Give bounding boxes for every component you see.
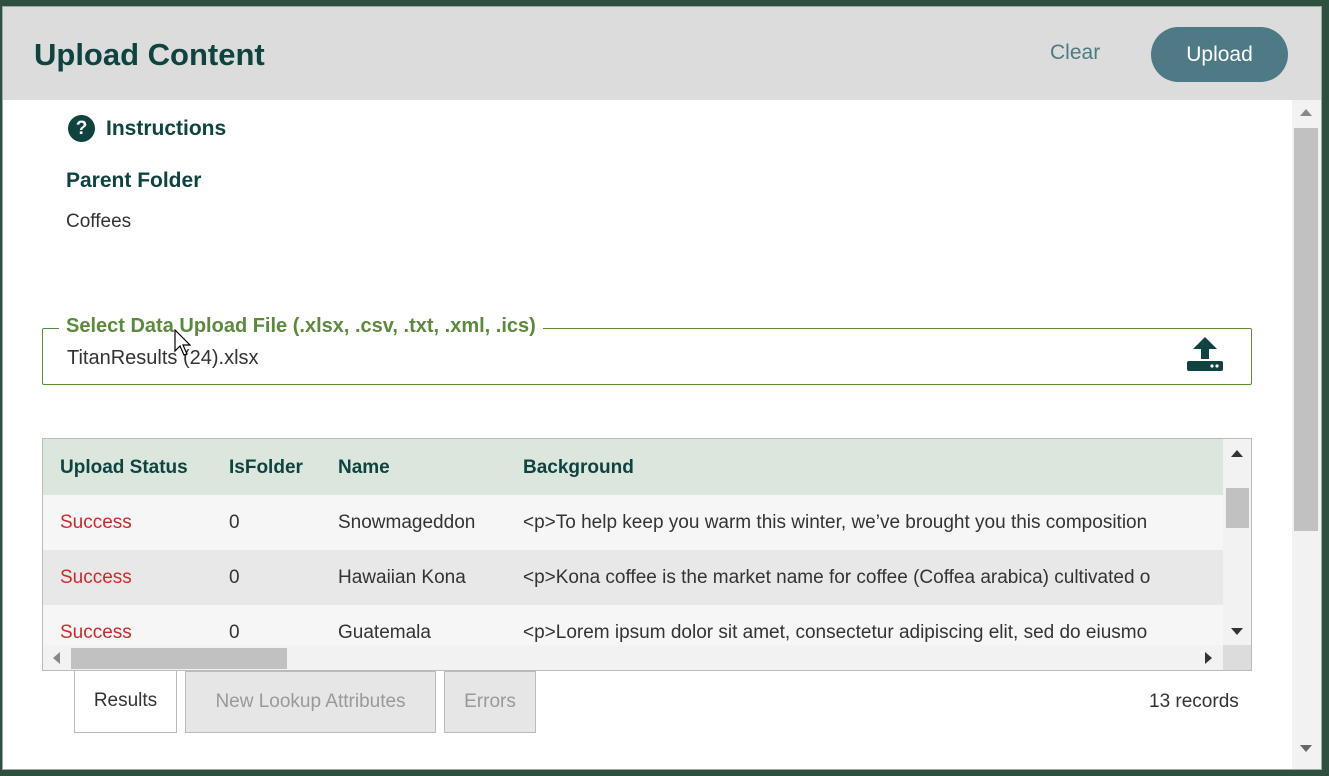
upload-button[interactable]: Upload (1151, 27, 1288, 82)
instructions-label: Instructions (106, 116, 227, 140)
row-isfolder: 0 (229, 622, 240, 643)
scroll-left-icon[interactable] (53, 652, 60, 664)
tab-results[interactable]: Results (74, 671, 177, 733)
row-status: Success (60, 622, 132, 643)
scroll-up-icon[interactable] (1231, 450, 1243, 457)
dialog-title: Upload Content (34, 37, 265, 72)
grid-vertical-scrollbar[interactable] (1223, 439, 1251, 645)
question-circle-icon: ? (68, 115, 95, 142)
dialog-header: Upload Content Clear Upload (3, 7, 1321, 100)
scroll-down-icon[interactable] (1300, 745, 1312, 752)
scroll-down-icon[interactable] (1231, 628, 1243, 635)
records-count: 13 records (1149, 691, 1239, 712)
upload-icon[interactable] (1185, 335, 1225, 373)
row-status: Success (60, 567, 132, 588)
table-row[interactable]: Success 0 Snowmageddon <p>To help keep y… (43, 495, 1223, 550)
row-status: Success (60, 512, 132, 533)
file-select-legend: Select Data Upload File (.xlsx, .csv, .t… (59, 315, 543, 338)
instructions-toggle[interactable]: ? Instructions (68, 115, 226, 142)
row-name: Hawaiian Kona (338, 567, 466, 588)
results-grid: Upload Status IsFolder Name Background S… (42, 438, 1252, 671)
tab-errors[interactable]: Errors (444, 671, 536, 733)
scroll-right-icon[interactable] (1205, 652, 1212, 664)
grid-header: Upload Status IsFolder Name Background (43, 439, 1223, 495)
row-name: Snowmageddon (338, 512, 476, 533)
scroll-up-icon[interactable] (1300, 109, 1312, 116)
parent-folder-value: Coffees (66, 211, 132, 232)
row-isfolder: 0 (229, 567, 240, 588)
row-isfolder: 0 (229, 512, 240, 533)
grid-vertical-scroll-thumb[interactable] (1226, 488, 1249, 528)
table-row[interactable]: Success 0 Hawaiian Kona <p>Kona coffee i… (43, 550, 1223, 605)
column-header-name[interactable]: Name (338, 457, 508, 479)
row-background: <p>Kona coffee is the market name for co… (523, 567, 1151, 588)
column-header-isfolder[interactable]: IsFolder (229, 457, 329, 479)
row-background: <p>Lorem ipsum dolor sit amet, consectet… (523, 622, 1148, 643)
mouse-pointer-icon (174, 329, 192, 356)
selected-file-name: TitanResults (24).xlsx (67, 347, 259, 369)
scrollbar-corner (1223, 645, 1251, 670)
row-background: <p>To help keep you warm this winter, we… (523, 512, 1148, 533)
grid-horizontal-scroll-thumb[interactable] (71, 648, 287, 669)
dialog-scroll-thumb[interactable] (1294, 128, 1318, 531)
file-select-field[interactable]: Select Data Upload File (.xlsx, .csv, .t… (42, 315, 1252, 385)
grid-horizontal-scrollbar[interactable] (43, 645, 1223, 670)
dialog-vertical-scrollbar[interactable] (1292, 100, 1321, 769)
column-header-upload-status[interactable]: Upload Status (60, 457, 220, 479)
upload-content-dialog: Upload Content Clear Upload ? Instructio… (2, 6, 1322, 770)
tab-new-lookup-attributes[interactable]: New Lookup Attributes (185, 671, 436, 733)
clear-button[interactable]: Clear (1050, 41, 1100, 65)
row-name: Guatemala (338, 622, 431, 643)
parent-folder-label: Parent Folder (66, 169, 202, 192)
column-header-background[interactable]: Background (523, 457, 1123, 479)
